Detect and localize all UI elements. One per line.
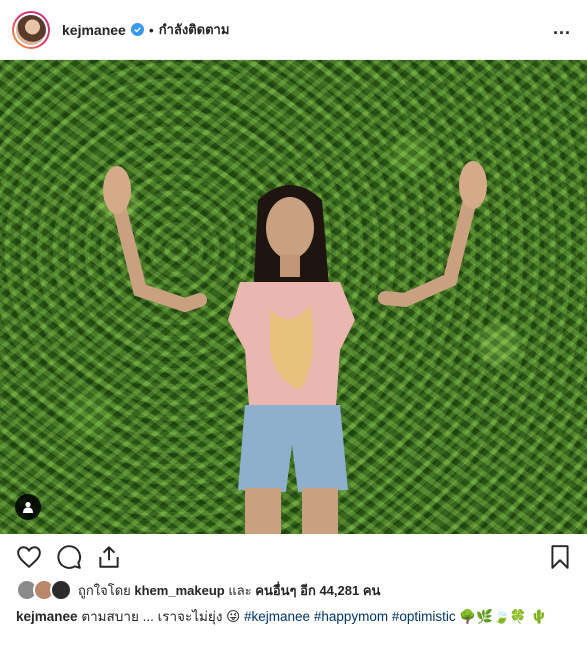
liker-username-link[interactable]: khem_makeup bbox=[134, 583, 224, 598]
caption-emojis: 🌳🌿🍃🍀 bbox=[459, 609, 527, 624]
post-card: kejmanee • กำลังติดตาม ... ถูกใจโดย khem… bbox=[0, 0, 587, 654]
user-tag-icon[interactable] bbox=[15, 494, 41, 520]
post-header: kejmanee • กำลังติดตาม ... bbox=[0, 0, 587, 60]
hashtag-link[interactable]: #kejmanee bbox=[244, 609, 310, 624]
verified-badge-icon bbox=[130, 23, 144, 36]
following-button[interactable]: กำลังติดตาม bbox=[159, 19, 230, 40]
hashtag-link[interactable]: #happymom bbox=[314, 609, 388, 624]
share-icon[interactable] bbox=[96, 544, 122, 570]
separator-dot: • bbox=[148, 21, 154, 38]
username-link[interactable]: kejmanee bbox=[62, 22, 126, 38]
avatar[interactable] bbox=[12, 10, 50, 49]
comment-icon[interactable] bbox=[56, 544, 82, 570]
post-caption: kejmanee ตามสบาย ... เราจะไม่ยุ่ง 😜 #kej… bbox=[16, 607, 572, 627]
hashtag-link[interactable]: #optimistic bbox=[392, 609, 456, 624]
avatar-image bbox=[16, 14, 46, 45]
caption-username-link[interactable]: kejmanee bbox=[16, 609, 78, 624]
photo-subject bbox=[103, 161, 487, 534]
bookmark-icon[interactable] bbox=[547, 544, 573, 570]
liker-avatars bbox=[16, 579, 72, 601]
more-options-button[interactable]: ... bbox=[553, 18, 571, 39]
avatar[interactable] bbox=[50, 579, 72, 601]
post-photo[interactable] bbox=[0, 60, 587, 534]
caption-emoji-wrap: 🌵 bbox=[530, 609, 548, 624]
action-bar bbox=[0, 534, 587, 582]
others-likes-link[interactable]: คนอื่นๆ อีก 44,281 คน bbox=[255, 580, 380, 601]
heart-icon[interactable] bbox=[16, 544, 42, 570]
likes-prefix: ถูกใจโดย bbox=[78, 582, 131, 598]
likes-summary: ถูกใจโดย khem_makeup และ คนอื่นๆ อีก 44,… bbox=[16, 578, 380, 602]
likes-and: และ bbox=[228, 582, 252, 598]
caption-text: ตามสบาย ... เราจะไม่ยุ่ง 😜 bbox=[81, 609, 241, 624]
